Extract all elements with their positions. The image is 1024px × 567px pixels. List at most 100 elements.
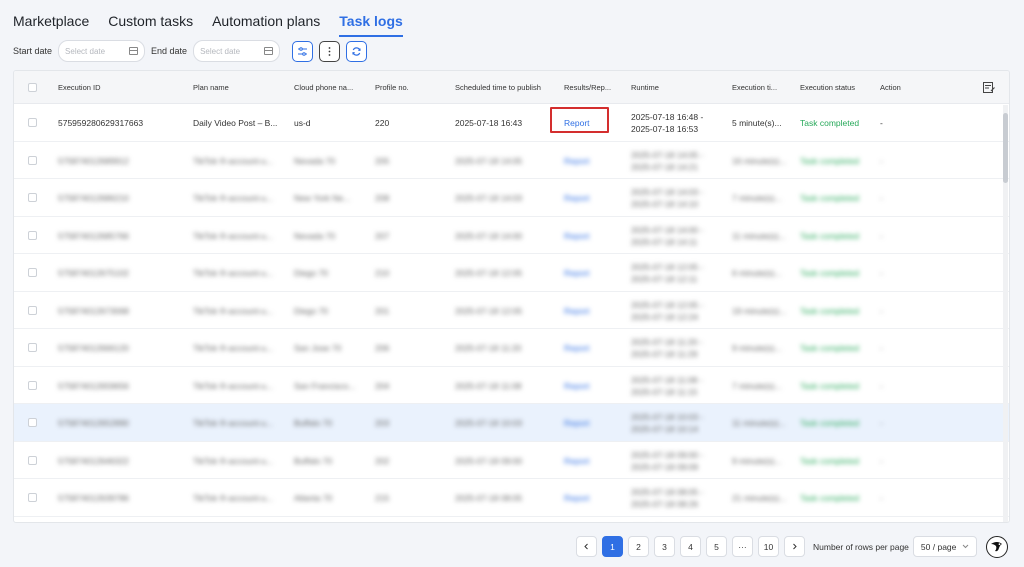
cell-action: -	[880, 455, 883, 466]
column-header-execution-id[interactable]: Execution ID	[58, 83, 101, 92]
cell-cloud-phone-name: San Jose 70	[294, 343, 342, 353]
row-checkbox[interactable]	[28, 268, 37, 277]
cell-scheduled-time: 2025-07-18 11:08	[455, 380, 522, 391]
row-checkbox[interactable]	[28, 493, 37, 502]
column-header-action[interactable]: Action	[880, 83, 901, 92]
cell-plan-name: TikTok ®-account-u...	[193, 268, 274, 278]
cell-profile-no: 202	[375, 455, 390, 466]
page-button-1[interactable]: 1	[602, 536, 623, 557]
table-row[interactable]: 575874012673068 TikTok ®-account-u... Dieg…	[14, 292, 1009, 329]
report-link[interactable]: Report	[564, 493, 590, 503]
row-checkbox[interactable]	[28, 418, 37, 427]
cell-plan-name: TikTok ®-account-u...	[193, 493, 274, 503]
row-checkbox[interactable]	[28, 193, 37, 202]
cell-cloud-phone-name: New York Ne...	[294, 193, 351, 203]
cell-plan-name: TikTok ®-account-u...	[193, 193, 274, 203]
cell-action: -	[880, 493, 883, 503]
row-checkbox[interactable]	[28, 118, 37, 127]
table-row[interactable]: 575874012646322 TikTok ®-account-u... Buff…	[14, 442, 1009, 479]
page-button-2[interactable]: 2	[628, 536, 649, 557]
table-row[interactable]: 575874012675102 TikTok ®-account-u... Dieg…	[14, 254, 1009, 292]
end-date-picker[interactable]	[193, 40, 281, 62]
refresh-button[interactable]	[346, 40, 368, 62]
scrollbar-thumb[interactable]	[1003, 113, 1008, 183]
table-row[interactable]: 575874012659656 TikTok ®-account-u... San …	[14, 367, 1009, 404]
column-header-runtime[interactable]: Runtime	[631, 83, 659, 92]
end-date-input[interactable]	[200, 46, 261, 56]
page-ellipsis[interactable]: ···	[732, 536, 753, 557]
row-checkbox[interactable]	[28, 343, 37, 352]
page-button-3[interactable]: 3	[654, 536, 675, 557]
cell-runtime-end: 2025-07-18 11:15	[631, 386, 698, 397]
cell-runtime-end: 2025-07-18 16:53	[631, 124, 699, 134]
report-link[interactable]: Report	[564, 231, 590, 241]
cell-profile-no: 210	[375, 268, 390, 278]
tab-marketplace[interactable]: Marketplace	[13, 13, 89, 37]
filter-settings-button[interactable]	[292, 40, 314, 62]
start-date-input[interactable]	[65, 46, 126, 56]
page-button-4[interactable]: 4	[680, 536, 701, 557]
cell-scheduled-time: 2025-07-18 14:00	[455, 230, 523, 241]
column-header-execution-time[interactable]: Execution ti...	[732, 83, 777, 92]
column-header-execution-status[interactable]: Execution status	[800, 83, 855, 92]
page-button-5[interactable]: 5	[706, 536, 727, 557]
column-header-profile-no[interactable]: Profile no.	[375, 83, 409, 92]
cell-plan-name: TikTok ®-account-u...	[193, 305, 274, 316]
cell-runtime-start: 2025-07-18 16:48 -	[631, 112, 704, 122]
table-row[interactable]: 575874012639786 TikTok ®-account-u... Atla…	[14, 479, 1009, 517]
select-all-checkbox[interactable]	[28, 83, 37, 92]
cell-runtime-end: 2025-07-18 11:29	[631, 349, 698, 359]
next-page-button[interactable]	[784, 536, 805, 557]
report-link[interactable]: Report	[564, 193, 590, 203]
task-logs-table: Execution ID Plan name Cloud phone na... Pr…	[13, 70, 1010, 523]
table-row[interactable]: 575874012689912 TikTok ®-account-u... Neva…	[14, 142, 1009, 179]
start-date-label: Start date	[13, 46, 53, 56]
report-link[interactable]: Report	[564, 268, 590, 278]
row-checkbox[interactable]	[28, 230, 37, 240]
cell-execution-status: Task completed	[800, 230, 860, 241]
table-row[interactable]: 575874012652890 TikTok ®-account-u... Buff…	[14, 404, 1009, 442]
column-settings-icon[interactable]	[983, 82, 995, 93]
report-link[interactable]: Report	[564, 456, 590, 466]
cell-runtime-end: 2025-07-18 14:21	[631, 161, 699, 172]
cell-execution-status: Task completed	[800, 493, 860, 503]
column-header-plan-name[interactable]: Plan name	[193, 83, 229, 92]
table-row[interactable]: 575874012686210 TikTok ®-account-u... New …	[14, 179, 1009, 217]
cell-scheduled-time: 2025-07-18 16:43	[455, 118, 523, 128]
cell-execution-id: 575874012666120	[58, 343, 129, 353]
tab-custom-tasks[interactable]: Custom tasks	[108, 13, 193, 37]
column-header-results-report[interactable]: Results/Rep...	[564, 83, 611, 92]
vertical-dots-icon	[328, 46, 331, 56]
report-link[interactable]: Report	[564, 156, 590, 166]
prev-page-button[interactable]	[576, 536, 597, 557]
assistant-icon	[991, 542, 1002, 552]
start-date-picker[interactable]	[58, 40, 146, 62]
table-row[interactable]: 2025-07-18 08:00 -	[14, 517, 1009, 523]
row-checkbox[interactable]	[28, 155, 37, 165]
cell-profile-no: 203	[375, 418, 390, 428]
row-checkbox[interactable]	[28, 380, 37, 390]
tab-task-logs[interactable]: Task logs	[339, 13, 403, 37]
assistant-button[interactable]	[986, 536, 1008, 558]
rows-per-page-select[interactable]: 50 / page	[912, 536, 977, 557]
row-checkbox[interactable]	[28, 455, 37, 465]
cell-action: -	[880, 230, 883, 241]
report-link[interactable]: Report	[564, 306, 590, 316]
table-row[interactable]: 575874012685766 TikTok ®-account-u... Neva…	[14, 217, 1009, 254]
page-button-10[interactable]: 10	[758, 536, 779, 557]
more-options-button[interactable]	[319, 40, 341, 62]
cell-execution-id: 575874012675102	[58, 268, 129, 278]
report-link[interactable]: Report	[564, 418, 590, 428]
table-row[interactable]: 575874012666120 TikTok ®-account-u... San …	[14, 329, 1009, 367]
column-header-cloud-phone-name[interactable]: Cloud phone na...	[294, 83, 353, 92]
report-link[interactable]: Report	[564, 343, 590, 353]
cell-execution-time: 5 minute(s)...	[732, 118, 782, 128]
table-scrollbar[interactable]	[1003, 105, 1008, 522]
cell-scheduled-time: 2025-07-18 11:20	[455, 343, 522, 353]
cell-execution-id: 575874012685766	[58, 230, 129, 241]
column-header-scheduled-time[interactable]: Scheduled time to publish	[455, 83, 541, 92]
tab-automation-plans[interactable]: Automation plans	[212, 13, 320, 37]
report-link[interactable]: Report	[564, 381, 590, 391]
table-row[interactable]: 575959280629317663 Daily Video Post – B..…	[14, 104, 1009, 142]
row-checkbox[interactable]	[28, 305, 37, 315]
